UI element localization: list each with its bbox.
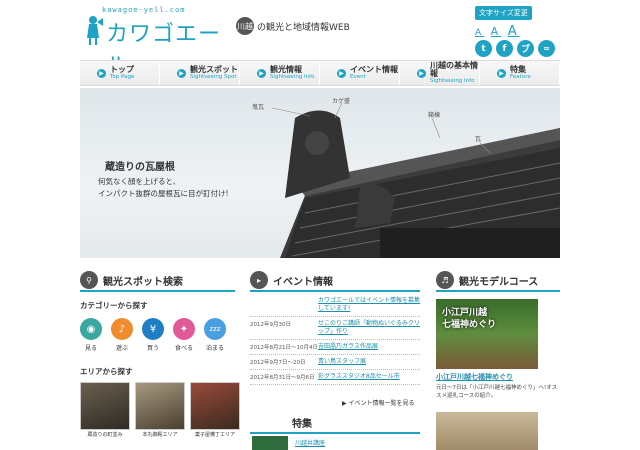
category-see[interactable]: ◉ 見る — [80, 318, 102, 352]
magnifier-icon: ⚲ — [80, 271, 98, 289]
hero-banner[interactable]: 鬼瓦 カゲ盛 箱棟 瓦 蔵造りの瓦屋根 何気なく顔を上げると、 インパクト抜群の… — [80, 88, 560, 258]
walker-icon: ♬ — [436, 271, 454, 289]
area-kashiya[interactable]: 菓子屋横丁エリア — [190, 382, 240, 438]
course-link[interactable]: 小江戸川越七福神めぐり — [436, 372, 513, 382]
yen-icon: ¥ — [142, 318, 164, 340]
area-photo — [135, 382, 185, 430]
area-photo — [190, 382, 240, 430]
event-list: カワゴエールではイベント情報を募集しています! 2012年9月30日 せこのりご… — [250, 294, 420, 385]
nav-item-info[interactable]: ▶ 観光情報 Sightseeing Info — [240, 61, 320, 85]
roof-illustration — [271, 102, 560, 258]
nav-item-top[interactable]: ▶ トップ Top Page — [80, 61, 160, 85]
hero-label-kagemori: カゲ盛 — [332, 98, 351, 105]
tagline-text: の観光と地域情報WEB — [257, 22, 350, 33]
nav-sublabel: Event — [350, 73, 366, 80]
feature-item-link[interactable]: 川越井講座 — [295, 438, 325, 447]
site-header: kawagoe-yell.com カワゴエール 川越 の観光と地域情報WEB 文… — [0, 0, 640, 79]
category-buy[interactable]: ¥ 買う — [142, 318, 164, 352]
font-size-medium[interactable]: A — [491, 25, 502, 38]
nav-item-basic[interactable]: ▶ 川越の基本情報 Sightseeing Info — [400, 61, 480, 85]
site-logo[interactable]: kawagoe-yell.com カワゴエール — [80, 4, 240, 79]
hero-label-kawara: 瓦 — [475, 136, 482, 143]
hero-desc-line2: インパクト抜群の屋根瓦に目が釘付け! — [98, 189, 229, 198]
hero-label-hakomune: 箱棟 — [428, 112, 441, 119]
tagline: 川越 の観光と地域情報WEB — [236, 16, 350, 36]
facebook-icon[interactable]: f — [496, 40, 513, 57]
mascot-icon — [87, 16, 103, 45]
nav-label: トップ — [110, 64, 134, 74]
list-item: 2012年9月30日 せこのりご講師「動物ぬいぐるみクリップ」作り — [250, 317, 420, 340]
area-honmaru[interactable]: 本丸御殿エリア — [135, 382, 185, 438]
category-heading: カテゴリーから探す — [80, 301, 148, 310]
spots-section-title: ⚲ 観光スポット検索 — [80, 270, 235, 292]
area-kura[interactable]: 蔵造りの町並み — [80, 382, 130, 438]
nav-sublabel: Top Page — [110, 73, 135, 80]
nav-label: 観光スポット — [190, 64, 238, 74]
list-item: 2012年9月7日〜20日 青い鳥スタッフ展 — [250, 355, 420, 370]
area-heading: エリアから探す — [80, 367, 133, 376]
note-icon: ♪ — [111, 318, 133, 340]
font-size-switcher: 文字サイズ変更 A A A — [475, 6, 532, 39]
nav-label: 観光情報 — [270, 64, 302, 74]
arrow-right-icon: ▶ — [97, 69, 106, 78]
nav-item-spot[interactable]: ▶ 観光スポット Sightseeing Spot — [160, 61, 240, 85]
nav-label: イベント情報 — [350, 64, 398, 74]
arrow-right-icon: ▶ — [257, 69, 266, 78]
list-item: 2012年8月31日〜9月6日 彩グラススタジオ8品セール市 — [250, 370, 420, 385]
list-item: カワゴエールではイベント情報を募集しています! — [250, 294, 420, 317]
course-photo-2[interactable] — [436, 412, 538, 450]
nav-sublabel: Sightseeing Spot — [190, 73, 237, 80]
font-size-small[interactable]: A — [475, 28, 484, 38]
font-size-options: A A A — [475, 24, 532, 39]
tagline-badge: 川越 — [236, 17, 254, 35]
course-section-title: ♬ 観光モデルコース — [436, 270, 560, 292]
category-play[interactable]: ♪ 遊ぶ — [111, 318, 133, 352]
category-eat[interactable]: ✦ 食べる — [173, 318, 195, 352]
category-list: ◉ 見る ♪ 遊ぶ ¥ 買う ✦ 食べる zzz 泊まる — [80, 318, 226, 352]
nav-label: 特集 — [510, 64, 526, 74]
arrow-right-icon: ▶ — [337, 69, 346, 78]
hero-desc-line1: 何気なく顔を上げると、 — [98, 177, 181, 186]
zzz-icon: zzz — [204, 318, 226, 340]
nav-label: 川越の基本情報 — [430, 60, 478, 78]
event-more-link[interactable]: ▶ イベント情報一覧を見る — [342, 398, 415, 407]
list-item: 2012年8月21日〜10月4日 吉田晶乃ガラス作品展 — [250, 340, 420, 355]
course-description: 元日〜7日は「小江戸川越七福神めぐり」へ!オススメ巡礼コースの紹介。 — [436, 385, 558, 399]
font-size-large[interactable]: A — [508, 24, 520, 39]
logo-url: kawagoe-yell.com — [102, 6, 186, 14]
nav-item-event[interactable]: ▶ イベント情報 Event — [320, 61, 400, 85]
camera-icon: ◉ — [80, 318, 102, 340]
category-stay[interactable]: zzz 泊まる — [204, 318, 226, 352]
social-links: t f ブ ≈ — [475, 40, 555, 57]
global-nav: ▶ トップ Top Page ▶ 観光スポット Sightseeing Spot ▶… — [80, 60, 560, 86]
twitter-icon[interactable]: t — [475, 40, 492, 57]
area-list: 蔵造りの町並み 本丸御殿エリア 菓子屋横丁エリア — [80, 382, 240, 438]
arrow-right-icon: ▶ — [417, 69, 426, 78]
font-size-label: 文字サイズ変更 — [475, 6, 532, 20]
hero-title: 蔵造りの瓦屋根 — [105, 162, 175, 173]
course-photo-caption: 小江戸川越 七福神めぐり — [442, 308, 497, 330]
feature-thumbnail[interactable] — [252, 436, 288, 450]
nav-sublabel: Feature — [510, 73, 531, 80]
arrow-right-icon: ▶ — [497, 69, 506, 78]
feature-section-title: 特集 — [250, 412, 420, 434]
nav-item-feature[interactable]: ▶ 特集 Feature — [480, 61, 560, 85]
rss-icon[interactable]: ≈ — [538, 40, 555, 57]
hero-label-onigawara: 鬼瓦 — [252, 104, 265, 111]
course-photo[interactable]: 小江戸川越 七福神めぐり — [436, 299, 538, 369]
events-section-title: ▸ イベント情報 — [250, 270, 420, 292]
hero-description: 何気なく顔を上げると、 インパクト抜群の屋根瓦に目が釘付け! — [98, 176, 229, 200]
megaphone-icon: ▸ — [250, 271, 268, 289]
blog-icon[interactable]: ブ — [517, 40, 534, 57]
fork-knife-icon: ✦ — [173, 318, 195, 340]
nav-sublabel: Sightseeing Info — [430, 77, 475, 84]
nav-sublabel: Sightseeing Info — [270, 73, 315, 80]
arrow-right-icon: ▶ — [177, 69, 186, 78]
area-photo — [80, 382, 130, 430]
